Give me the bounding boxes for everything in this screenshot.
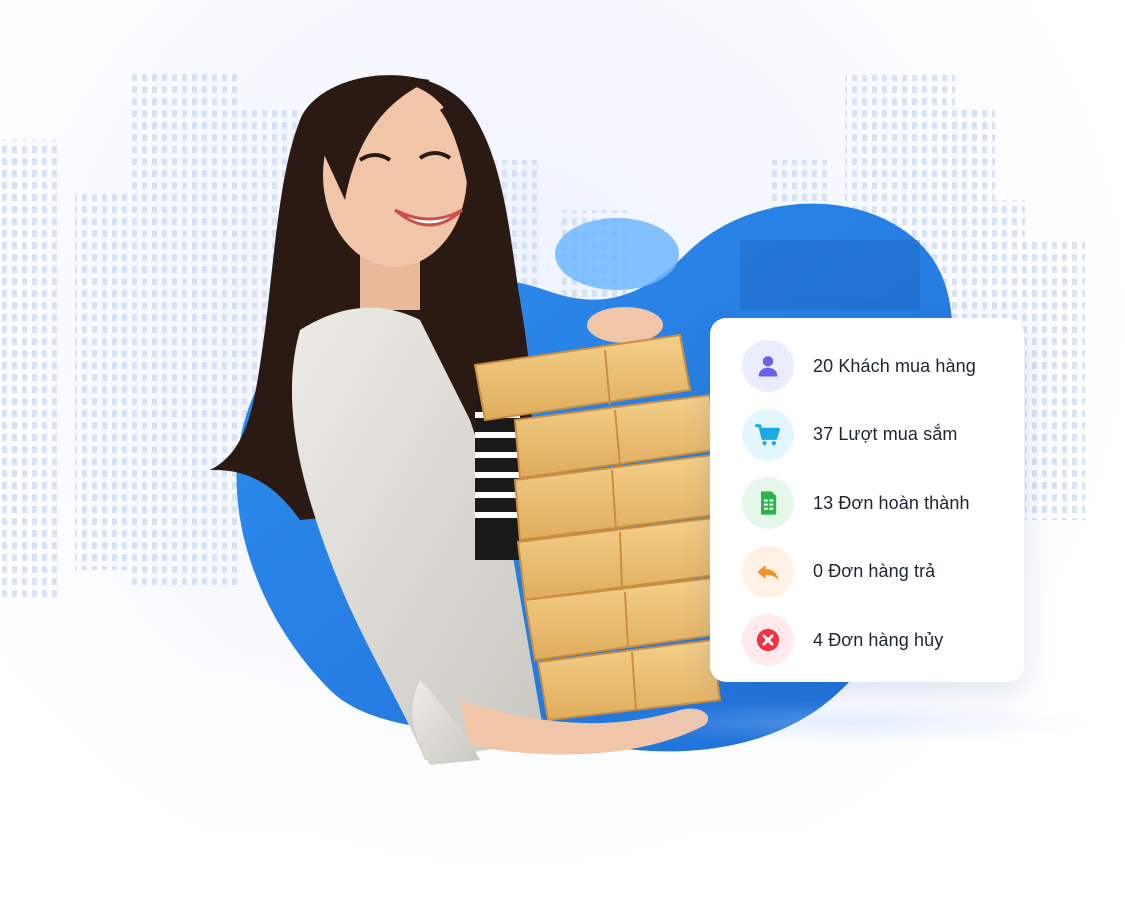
user-icon <box>742 340 794 393</box>
stat-row-cancelled: 4 Đơn hàng hủy <box>742 606 1024 675</box>
document-icon <box>742 477 794 530</box>
stats-card: 20 Khách mua hàng 37 Lượt mua sắm 13 Đơn… <box>710 318 1024 682</box>
return-arrow-icon <box>742 545 794 598</box>
cart-icon <box>742 408 794 461</box>
cancel-icon <box>742 614 794 667</box>
stat-label: 37 Lượt mua sắm <box>813 424 958 445</box>
stat-label: 4 Đơn hàng hủy <box>813 629 944 650</box>
promo-banner: 20 Khách mua hàng 37 Lượt mua sắm 13 Đơn… <box>0 0 1125 906</box>
stat-row-purchases: 37 Lượt mua sắm <box>742 401 1024 470</box>
stat-label: 13 Đơn hoàn thành <box>813 492 970 513</box>
stat-label: 20 Khách mua hàng <box>813 355 976 376</box>
card-shadow-glow <box>620 700 1090 745</box>
stat-row-returned: 0 Đơn hàng trả <box>742 538 1024 607</box>
stat-row-customers: 20 Khách mua hàng <box>742 332 1024 401</box>
stat-row-completed: 13 Đơn hoàn thành <box>742 469 1024 538</box>
stat-label: 0 Đơn hàng trả <box>813 561 936 582</box>
